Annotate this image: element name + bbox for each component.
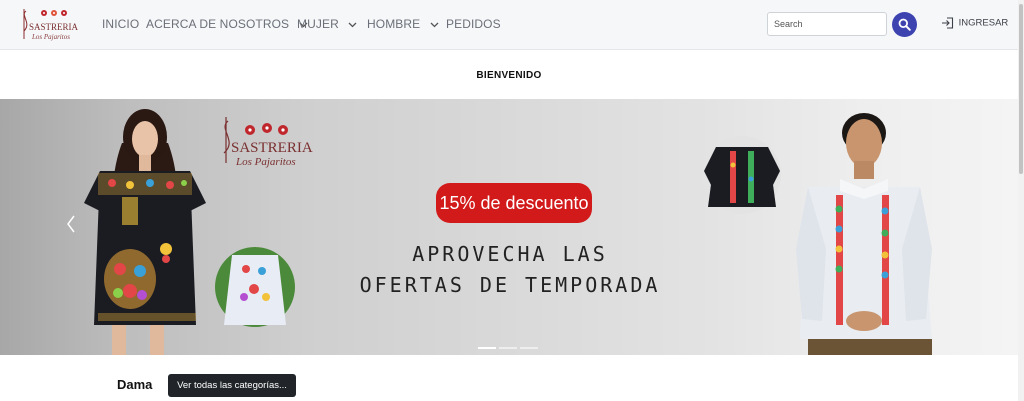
view-all-categories-button[interactable]: Ver todas las categorías... (168, 374, 296, 397)
brand-logo[interactable]: SASTRERIA Los Pajaritos (18, 5, 80, 45)
login-link[interactable]: INGRESAR (941, 17, 1008, 29)
promo-headline-line1: APROVECHA LAS (412, 242, 608, 266)
dress-thumbnail-image (215, 247, 295, 327)
promo-carousel[interactable]: SASTRERIA Los Pajaritos 15% de descuento… (0, 99, 1018, 355)
banner-logo: SASTRERIA Los Pajaritos (223, 117, 313, 168)
discount-badge: 15% de descuento (436, 183, 592, 223)
nav-item-inicio[interactable]: INICIO (102, 17, 139, 31)
carousel-prev-arrow-icon[interactable] (66, 215, 76, 233)
banner-logo-line2: Los Pajaritos (235, 156, 296, 168)
banner-logo-line1: SASTRERIA (231, 140, 313, 156)
carousel-indicator-3[interactable] (520, 347, 538, 349)
welcome-heading: BIENVENIDO (476, 70, 542, 81)
woman-model-image (84, 109, 206, 355)
carousel-indicators (478, 336, 541, 354)
nav-item-acerca-de-nosotros[interactable]: ACERCA DE NOSOTROS (146, 17, 308, 31)
nav-item-label: INICIO (102, 17, 140, 31)
scrollbar-thumb[interactable] (1019, 4, 1023, 174)
nav-item-pedidos[interactable]: PEDIDOS (446, 17, 501, 31)
logo-text-line2: Los Pajaritos (31, 33, 70, 41)
nav-item-mujer[interactable]: MUJER (297, 17, 357, 31)
login-label: INGRESAR (958, 17, 1009, 29)
sign-in-icon (942, 17, 954, 29)
nav-item-hombre[interactable]: HOMBRE (367, 17, 439, 31)
nav-item-label: PEDIDOS (446, 17, 501, 31)
navbar: SASTRERIA Los Pajaritos INICIO ACERCA DE… (0, 0, 1018, 50)
nav-item-label: MUJER (297, 17, 339, 31)
page-scrollbar[interactable] (1018, 0, 1024, 401)
chevron-down-icon (430, 22, 439, 28)
shirt-thumbnail-image (703, 136, 781, 214)
man-model-image (796, 113, 932, 355)
search-icon (898, 18, 911, 31)
chevron-down-icon (348, 22, 357, 28)
promo-headline: APROVECHA LAS OFERTAS DE TEMPORADA (330, 239, 690, 301)
nav-item-label: ACERCA DE NOSOTROS (146, 17, 290, 31)
banner-artwork: SASTRERIA Los Pajaritos (84, 109, 932, 355)
carousel-indicator-2[interactable] (499, 347, 517, 349)
logo-text-line1: SASTRERIA (29, 22, 79, 32)
nav-item-label: HOMBRE (367, 17, 421, 31)
carousel-indicator-1[interactable] (478, 347, 496, 349)
section-title-dama: Dama (117, 377, 153, 392)
page: SASTRERIA Los Pajaritos INICIO ACERCA DE… (0, 0, 1024, 401)
search-input[interactable] (767, 12, 887, 36)
search-button[interactable] (892, 12, 917, 37)
promo-headline-line2: OFERTAS DE TEMPORADA (359, 273, 661, 297)
